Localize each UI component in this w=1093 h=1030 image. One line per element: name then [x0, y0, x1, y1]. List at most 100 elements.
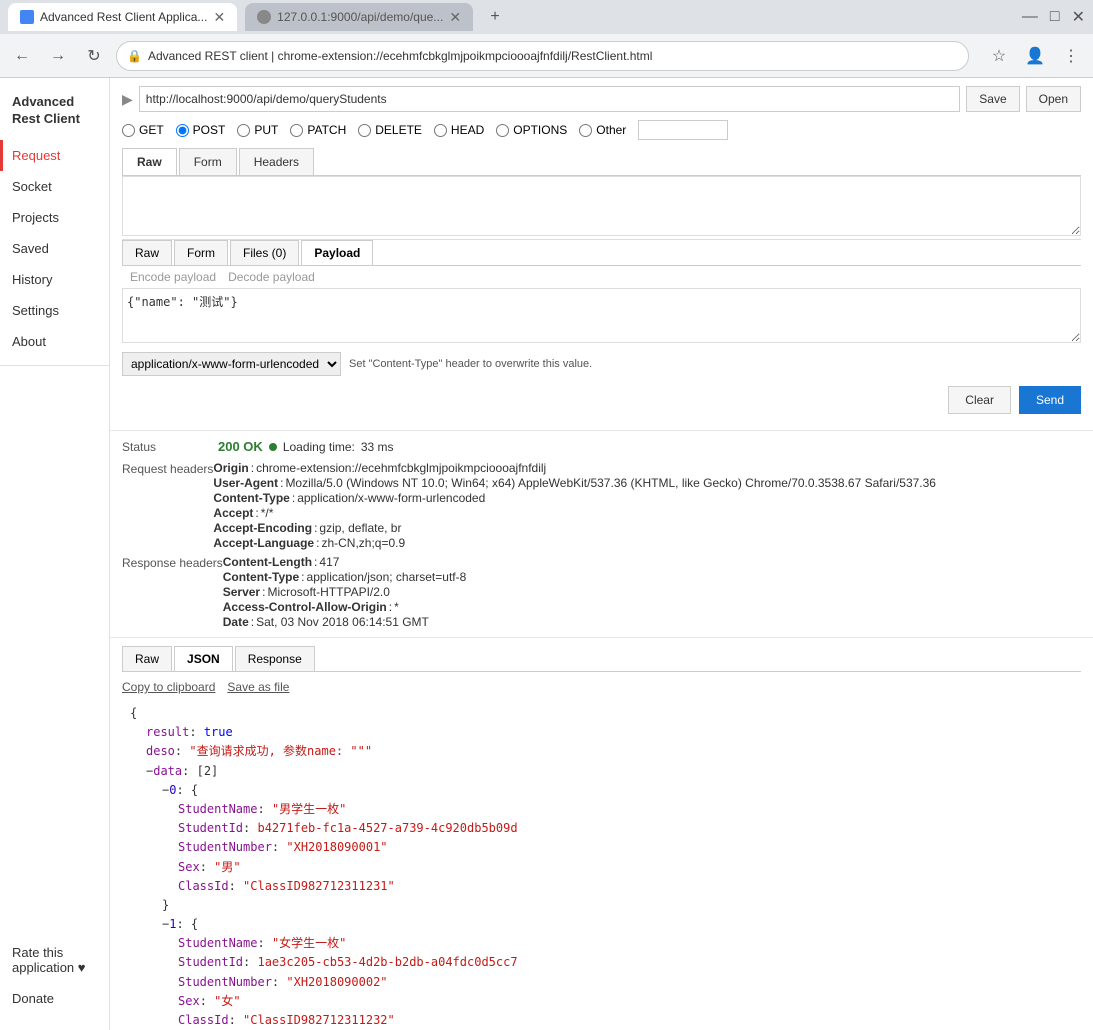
maximize-btn[interactable]: □ — [1050, 8, 1060, 26]
address-bar: ← → ↻ 🔒 Advanced REST client | chrome-ex… — [0, 34, 1093, 78]
lock-icon: 🔒 — [127, 49, 142, 63]
method-head[interactable]: HEAD — [434, 123, 484, 137]
payload-tab-payload[interactable]: Payload — [301, 240, 373, 265]
payload-tab-bar: Raw Form Files (0) Payload — [122, 240, 1081, 266]
method-put[interactable]: PUT — [237, 123, 278, 137]
clear-btn[interactable]: Clear — [948, 386, 1011, 414]
active-tab[interactable]: Advanced Rest Client Applica... ✕ — [8, 3, 237, 31]
json-item1-name: StudentName: "女学生一枚" — [130, 934, 1073, 953]
content-type-select[interactable]: application/x-www-form-urlencoded — [122, 352, 341, 376]
json-item0-sex: Sex: "男" — [130, 858, 1073, 877]
req-header-contenttype: Content-Type:application/x-www-form-urle… — [213, 490, 936, 505]
copy-clipboard-btn[interactable]: Copy to clipboard — [122, 680, 215, 694]
tab2-close-btn[interactable]: ✕ — [449, 9, 461, 26]
bookmark-btn[interactable]: ☆ — [985, 42, 1013, 70]
request-headers-section: Request headers Origin:chrome-extension:… — [122, 460, 1081, 550]
main-content: ▶ Save Open GET POST PUT — [110, 78, 1093, 1030]
method-post[interactable]: POST — [176, 123, 226, 137]
url-input[interactable] — [139, 86, 961, 112]
tab-favicon — [20, 10, 34, 24]
account-btn[interactable]: 👤 — [1021, 42, 1049, 70]
forward-btn[interactable]: → — [44, 42, 72, 70]
body-textarea[interactable] — [122, 176, 1081, 236]
request-section: ▶ Save Open GET POST PUT — [110, 78, 1093, 431]
res-header-contentlength: Content-Length:417 — [223, 554, 467, 569]
inactive-tab[interactable]: 127.0.0.1:9000/api/demo/que... ✕ — [245, 3, 473, 31]
encode-payload-btn[interactable]: Encode payload — [130, 270, 216, 284]
send-row: Clear Send — [122, 382, 1081, 422]
new-tab-btn[interactable]: + — [481, 3, 509, 31]
json-data-key: −data: [2] — [130, 762, 1073, 781]
content-type-hint: Set "Content-Type" header to overwrite t… — [349, 358, 592, 370]
json-item0-close: } — [130, 896, 1073, 915]
sidebar-item-request[interactable]: Request — [0, 140, 109, 171]
payload-section: Raw Form Files (0) Payload Encode payloa… — [122, 239, 1081, 346]
response-tab-raw[interactable]: Raw — [122, 646, 172, 671]
sidebar-item-history[interactable]: History — [0, 264, 109, 295]
payload-tab-raw[interactable]: Raw — [122, 240, 172, 265]
json-item1-id: StudentId: 1ae3c205-cb53-4d2b-b2db-a04fd… — [130, 953, 1073, 972]
rate-app-btn[interactable]: Rate this application ♥ — [0, 937, 109, 983]
json-item1-key: −1: { — [130, 915, 1073, 934]
status-indicator — [269, 443, 277, 451]
sidebar-item-about[interactable]: About — [0, 326, 109, 357]
response-tab-response[interactable]: Response — [235, 646, 315, 671]
tab-close-btn[interactable]: ✕ — [213, 9, 225, 26]
sidebar-item-saved[interactable]: Saved — [0, 233, 109, 264]
save-as-file-btn[interactable]: Save as file — [227, 680, 289, 694]
method-row: GET POST PUT PATCH DELETE — [122, 120, 1081, 140]
body-tab-raw[interactable]: Raw — [122, 148, 177, 175]
json-item1-sex: Sex: "女" — [130, 992, 1073, 1011]
decode-payload-btn[interactable]: Decode payload — [228, 270, 315, 284]
close-btn[interactable]: ✕ — [1072, 7, 1085, 27]
status-value: 200 OK — [218, 439, 263, 454]
req-header-origin: Origin:chrome-extension://ecehmfcbkglmjp… — [213, 460, 936, 475]
method-options[interactable]: OPTIONS — [496, 123, 567, 137]
back-btn[interactable]: ← — [8, 42, 36, 70]
payload-textarea[interactable]: {"name": "测试"} — [122, 288, 1081, 343]
req-header-useragent: User-Agent:Mozilla/5.0 (Windows NT 10.0;… — [213, 475, 936, 490]
res-header-server: Server:Microsoft-HTTPAPI/2.0 — [223, 584, 467, 599]
url-input-bar[interactable]: 🔒 Advanced REST client | chrome-extensio… — [116, 41, 969, 71]
payload-tab-files[interactable]: Files (0) — [230, 240, 299, 265]
method-delete[interactable]: DELETE — [358, 123, 422, 137]
json-item0-class: ClassId: "ClassID982712311231" — [130, 877, 1073, 896]
send-btn[interactable]: Send — [1019, 386, 1081, 414]
body-tab-form[interactable]: Form — [179, 148, 237, 175]
request-headers-label: Request headers — [122, 460, 213, 476]
json-item0-number: StudentNumber: "XH2018090001" — [130, 838, 1073, 857]
menu-btn[interactable]: ⋮ — [1057, 42, 1085, 70]
sidebar: Advanced Rest Client Request Socket Proj… — [0, 78, 110, 1030]
minimize-btn[interactable]: — — [1022, 8, 1038, 26]
method-get[interactable]: GET — [122, 123, 164, 137]
response-tab-json[interactable]: JSON — [174, 646, 233, 671]
body-tab-headers[interactable]: Headers — [239, 148, 314, 175]
json-item0-name: StudentName: "男学生一枚" — [130, 800, 1073, 819]
method-patch[interactable]: PATCH — [290, 123, 346, 137]
method-other[interactable]: Other — [579, 123, 626, 137]
open-request-btn[interactable]: Open — [1026, 86, 1081, 112]
url-actions: ☆ 👤 ⋮ — [985, 42, 1085, 70]
req-header-language: Accept-Language:zh-CN,zh;q=0.9 — [213, 535, 936, 550]
logo-text: Advanced Rest Client — [12, 94, 97, 128]
other-method-input[interactable] — [638, 120, 728, 140]
status-section: Status 200 OK Loading time: 33 ms Reques… — [110, 431, 1093, 638]
response-headers-section: Response headers Content-Length:417 Cont… — [122, 554, 1081, 629]
res-header-cors: Access-Control-Allow-Origin:* — [223, 599, 467, 614]
response-actions: Copy to clipboard Save as file — [122, 676, 1081, 700]
content-type-row: application/x-www-form-urlencoded Set "C… — [122, 346, 1081, 382]
sidebar-item-projects[interactable]: Projects — [0, 202, 109, 233]
save-request-btn[interactable]: Save — [966, 86, 1019, 112]
tab2-label: 127.0.0.1:9000/api/demo/que... — [277, 10, 443, 24]
json-viewer: { result: true deso: "查询请求成功, 参数name: ""… — [122, 700, 1081, 1030]
payload-tab-form[interactable]: Form — [174, 240, 228, 265]
donate-btn[interactable]: Donate — [0, 983, 109, 1014]
loading-time: 33 ms — [361, 440, 394, 454]
sidebar-item-settings[interactable]: Settings — [0, 295, 109, 326]
res-header-contenttype: Content-Type:application/json; charset=u… — [223, 569, 467, 584]
sidebar-logo: Advanced Rest Client — [0, 86, 109, 140]
refresh-btn[interactable]: ↻ — [80, 42, 108, 70]
req-header-accept: Accept:*/* — [213, 505, 936, 520]
sidebar-item-socket[interactable]: Socket — [0, 171, 109, 202]
json-item1-class: ClassId: "ClassID982712311232" — [130, 1011, 1073, 1030]
